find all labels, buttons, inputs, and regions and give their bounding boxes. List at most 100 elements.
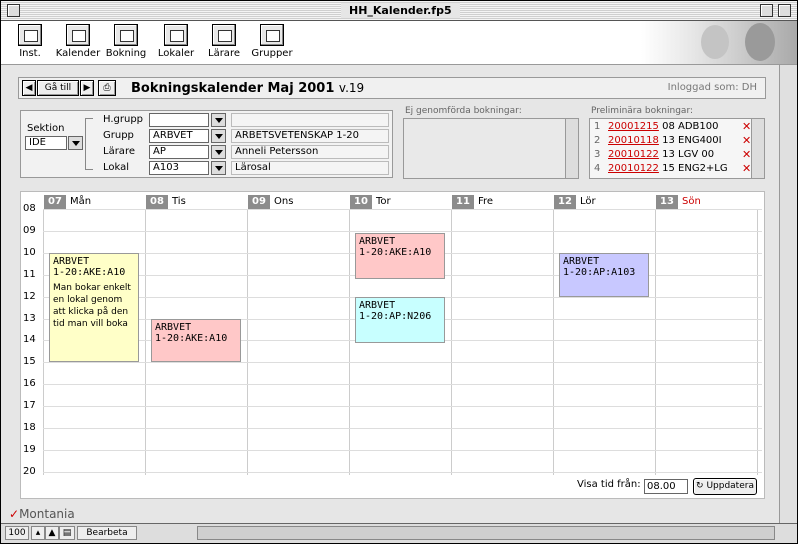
larare-label: Lärare bbox=[103, 146, 135, 157]
calendar-grid[interactable]: 07 Mån 08 Tis 09 Ons 10 Tor 11 Fre 12 Lör 13 Sön 08 09 1… bbox=[20, 191, 765, 499]
status-bar: 100 ▴ ▲ ▤ Bearbeta bbox=[1, 523, 797, 543]
day-number: 12 bbox=[554, 195, 576, 209]
hour-gridline bbox=[43, 362, 762, 364]
preliminary-row-1[interactable]: 1 20001215 08 ADB100 ✕ bbox=[594, 120, 751, 135]
day-column-divider bbox=[247, 209, 248, 475]
hour-gridline bbox=[43, 428, 762, 429]
preliminary-label: Preliminära bokningar: bbox=[591, 106, 694, 116]
unperformed-list[interactable] bbox=[403, 118, 579, 179]
next-month-button[interactable]: ▶ bbox=[80, 80, 94, 96]
unperformed-label: Ej genomförda bokningar: bbox=[405, 106, 522, 116]
preliminary-row-2[interactable]: 2 20010118 13 ENG400I ✕ bbox=[594, 134, 751, 149]
day-column-divider bbox=[145, 209, 146, 475]
nav-bar: ◀ Gå till ▶ ⎙ Bokningskalender Maj 2001 … bbox=[18, 77, 766, 99]
sektion-select[interactable]: IDE bbox=[25, 136, 67, 150]
hour-gridline bbox=[43, 384, 762, 386]
preliminary-row-3[interactable]: 3 20010122 13 LGV 00 ✕ bbox=[594, 148, 751, 163]
day-header-10[interactable]: 10 Tor bbox=[350, 195, 391, 209]
page-title: Bokningskalender Maj 2001 v.19 bbox=[131, 81, 365, 96]
booking-event[interactable]: ARBVET 1-20:AKE:A10 bbox=[355, 233, 445, 280]
larare-field[interactable]: AP bbox=[149, 145, 209, 159]
page-version: v.19 bbox=[338, 81, 365, 95]
day-header-12[interactable]: 12 Lör bbox=[554, 195, 596, 209]
toolbar: Inst. Kalender Bokning Lokaler Lärare Gr… bbox=[1, 21, 797, 65]
unperformed-scrollbar[interactable] bbox=[565, 119, 578, 178]
zoom-level[interactable]: 100 bbox=[5, 526, 29, 540]
hgrupp-dropdown-icon[interactable] bbox=[211, 113, 226, 127]
goto-button[interactable]: Gå till bbox=[37, 80, 79, 96]
toolbar-item-grupper[interactable]: Grupper bbox=[249, 24, 295, 59]
larare-dropdown-icon[interactable] bbox=[211, 145, 226, 159]
hour-label: 17 bbox=[23, 400, 36, 412]
hour-gridline bbox=[43, 406, 762, 408]
delete-icon[interactable]: ✕ bbox=[742, 148, 751, 161]
grupp-info: ARBETSVETENSKAP 1-20 bbox=[231, 129, 389, 143]
lokal-field[interactable]: A103 bbox=[149, 161, 209, 175]
day-number: 08 bbox=[146, 195, 168, 209]
preliminary-row-4[interactable]: 4 20010122 15 ENG2+LG ✕ bbox=[594, 162, 751, 177]
day-header-11[interactable]: 11 Fre bbox=[452, 195, 493, 209]
day-number: 11 bbox=[452, 195, 474, 209]
delete-icon[interactable]: ✕ bbox=[742, 162, 751, 175]
day-column-divider bbox=[451, 209, 452, 475]
app-window: HH_Kalender.fp5 Inst. Kalender Bokning L… bbox=[0, 0, 798, 544]
collapse-box-icon[interactable] bbox=[778, 4, 791, 17]
hour-label: 16 bbox=[23, 378, 36, 390]
day-column-divider bbox=[655, 209, 656, 475]
hgrupp-label: H.grupp bbox=[103, 114, 144, 125]
day-column-divider bbox=[349, 209, 350, 475]
day-column-divider bbox=[553, 209, 554, 475]
booking-event[interactable]: ARBVET 1-20:AKE:A10 Man bokar enkelt en l… bbox=[49, 252, 139, 363]
day-header-09[interactable]: 09 Ons bbox=[248, 195, 293, 209]
update-button[interactable]: ↻ Uppdatera bbox=[693, 478, 757, 495]
day-header-13[interactable]: 13 Sön bbox=[656, 195, 701, 209]
hour-label: 18 bbox=[23, 422, 36, 433]
lokal-info: Lärosal bbox=[231, 161, 389, 175]
day-header-07[interactable]: 07 Mån bbox=[44, 195, 91, 209]
close-box-icon[interactable] bbox=[7, 4, 20, 17]
zoom-in-icon[interactable]: ▲ bbox=[45, 526, 59, 540]
title-bar[interactable]: HH_Kalender.fp5 bbox=[1, 1, 797, 21]
booking-event-note: Man bokar enkelt en lokal genom att klic… bbox=[53, 282, 131, 329]
prev-month-button[interactable]: ◀ bbox=[22, 80, 36, 96]
booking-event[interactable]: ARBVET 1-20:AP:A103 bbox=[559, 252, 649, 297]
status-toggle-icon[interactable]: ▤ bbox=[59, 526, 75, 540]
hour-label: 20 bbox=[23, 465, 36, 477]
hour-label: 12 bbox=[23, 290, 36, 302]
logo-mark-icon: ✓ bbox=[9, 507, 20, 521]
day-column-divider bbox=[43, 209, 44, 475]
visa-time-input[interactable]: 08.00 bbox=[644, 479, 688, 494]
hour-label: 11 bbox=[23, 268, 36, 280]
toolbar-item-larare[interactable]: Lärare bbox=[201, 24, 247, 59]
montania-logo: ✓Montania bbox=[9, 507, 75, 521]
larare-info: Anneli Petersson bbox=[231, 145, 389, 159]
day-number: 13 bbox=[656, 195, 678, 209]
hour-label: 09 bbox=[23, 224, 36, 236]
day-header-08[interactable]: 08 Tis bbox=[146, 195, 186, 209]
delete-icon[interactable]: ✕ bbox=[742, 120, 751, 133]
zoom-box-icon[interactable] bbox=[760, 4, 773, 17]
booking-event[interactable]: ARBVET 1-20:AKE:A10 bbox=[151, 318, 241, 363]
preliminary-scrollbar[interactable] bbox=[751, 119, 764, 178]
booking-event[interactable]: ARBVET 1-20:AP:N206 bbox=[355, 296, 445, 343]
toolbar-item-bokning[interactable]: Bokning bbox=[103, 24, 149, 59]
hour-label: 13 bbox=[23, 312, 36, 324]
zoom-out-icon[interactable]: ▴ bbox=[31, 526, 45, 540]
toolbar-item-lokaler[interactable]: Lokaler bbox=[153, 24, 199, 59]
preliminary-list: 1 20001215 08 ADB100 ✕ 2 20010118 13 ENG400… bbox=[589, 118, 765, 179]
grupp-field[interactable]: ARBVET bbox=[149, 129, 209, 143]
grupp-dropdown-icon[interactable] bbox=[211, 129, 226, 143]
hour-label: 14 bbox=[23, 334, 36, 346]
sektion-dropdown-icon[interactable] bbox=[68, 136, 83, 150]
print-icon[interactable]: ⎙ bbox=[98, 80, 116, 96]
day-number: 07 bbox=[44, 195, 66, 209]
hgrupp-field[interactable] bbox=[149, 113, 209, 127]
visa-label: Visa tid från: bbox=[577, 479, 641, 490]
delete-icon[interactable]: ✕ bbox=[742, 134, 751, 147]
toolbar-item-kalender[interactable]: Kalender bbox=[55, 24, 101, 59]
window-horizontal-scrollbar[interactable] bbox=[197, 526, 775, 540]
lokal-dropdown-icon[interactable] bbox=[211, 161, 226, 175]
mode-indicator[interactable]: Bearbeta bbox=[77, 526, 137, 540]
toolbar-item-inst[interactable]: Inst. bbox=[7, 24, 53, 59]
window-vertical-scrollbar[interactable] bbox=[779, 65, 797, 523]
